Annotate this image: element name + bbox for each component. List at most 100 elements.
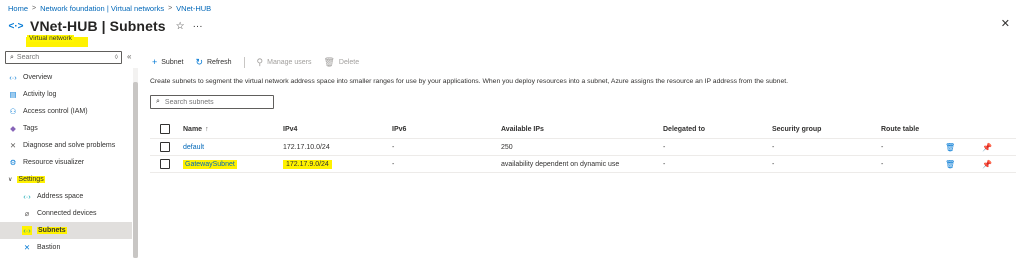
sidebar-search[interactable]: ⌕ ◊ xyxy=(5,51,122,64)
breadcrumb: Home > Network foundation | Virtual netw… xyxy=(8,2,211,14)
manage-users-button[interactable]: ⚲ Manage users xyxy=(257,57,312,68)
toolbar-divider xyxy=(243,56,245,68)
cell-delegated-to: - xyxy=(663,143,666,151)
table-row: default 172.17.10.0/24 - 250 - - - 🗑 📌 xyxy=(150,139,1016,156)
sidebar-item-subnets[interactable]: ‹·› Subnets xyxy=(0,222,132,239)
row-checkbox[interactable] xyxy=(160,159,170,169)
sidebar: ⌕ ◊ « ‹·› Overview ▤ Activity log ⚇ Acce… xyxy=(0,48,140,258)
tag-icon: ◆ xyxy=(10,124,16,133)
bastion-icon: ✕ xyxy=(23,243,31,252)
sidebar-item-access-control[interactable]: ⚇ Access control (IAM) xyxy=(0,103,132,120)
sidebar-item-bastion[interactable]: ✕ Bastion xyxy=(0,239,132,256)
close-icon[interactable]: ✕ xyxy=(1001,17,1010,30)
delete-row-icon[interactable]: 🗑 xyxy=(945,160,955,169)
subnet-search[interactable]: ⌕ xyxy=(150,95,274,109)
breadcrumb-separator: > xyxy=(168,4,173,12)
subnet-icon: ‹·› xyxy=(22,226,32,235)
filter-icon[interactable]: ◊ xyxy=(115,54,118,61)
resource-type-label: Virtual network xyxy=(27,35,74,42)
wrench-icon: ✕ xyxy=(9,141,17,150)
plus-icon: + xyxy=(152,57,158,67)
visualizer-icon: ⚙ xyxy=(9,158,17,167)
sidebar-item-activity-log[interactable]: ▤ Activity log xyxy=(0,86,132,103)
manage-users-label: Manage users xyxy=(267,58,312,66)
plug-icon: ⌀ xyxy=(24,209,30,218)
pin-icon[interactable]: 📌 xyxy=(982,143,992,152)
delete-button[interactable]: 🗑 Delete xyxy=(323,57,359,68)
select-all-checkbox[interactable] xyxy=(160,124,170,134)
column-header-route-table[interactable]: Route table xyxy=(881,120,919,138)
sidebar-item-resource-visualizer[interactable]: ⚙ Resource visualizer xyxy=(0,154,132,171)
table-header: Name ↑ IPv4 IPv6 Available IPs Delegated … xyxy=(150,120,1016,139)
sidebar-item-label: Activity log xyxy=(23,91,57,98)
sidebar-item-overview[interactable]: ‹·› Overview xyxy=(0,69,132,86)
sidebar-group-settings[interactable]: ∨ Settings xyxy=(0,171,132,188)
add-subnet-button[interactable]: + Subnet xyxy=(152,57,183,67)
sidebar-item-label: Bastion xyxy=(37,244,61,251)
breadcrumb-vnet-hub[interactable]: VNet-HUB xyxy=(176,4,211,13)
more-options-icon[interactable]: ··· xyxy=(193,21,203,32)
breadcrumb-separator: > xyxy=(32,4,37,12)
delete-label: Delete xyxy=(338,58,360,66)
sort-ascending-icon: ↑ xyxy=(205,125,209,133)
cell-ipv4: 172.17.9.0/24 xyxy=(283,159,332,169)
column-header-ipv6[interactable]: IPv6 xyxy=(392,120,406,138)
sidebar-item-label: Connected devices xyxy=(37,210,97,217)
cell-security-group: - xyxy=(772,143,775,151)
log-icon: ▤ xyxy=(9,90,17,99)
chevron-down-icon: ∨ xyxy=(8,177,13,183)
breadcrumb-virtual-networks[interactable]: Network foundation | Virtual networks xyxy=(40,4,164,13)
sidebar-scrollbar[interactable] xyxy=(133,68,138,258)
sidebar-item-label: Overview xyxy=(23,74,53,81)
sidebar-item-label: Access control (IAM) xyxy=(23,108,88,115)
title-row: <·> VNet-HUB | Subnets ☆ ··· xyxy=(6,15,203,37)
sidebar-item-label: Address space xyxy=(37,193,84,200)
delete-row-icon[interactable]: 🗑 xyxy=(945,143,955,152)
cell-route-table: - xyxy=(881,160,884,168)
cell-ipv6: - xyxy=(392,160,395,168)
refresh-button[interactable]: ↻ Refresh xyxy=(195,57,231,68)
sidebar-item-diagnose[interactable]: ✕ Diagnose and solve problems xyxy=(0,137,132,154)
sidebar-item-label: Tags xyxy=(23,125,38,132)
scrollbar-thumb[interactable] xyxy=(133,82,138,258)
row-checkbox[interactable] xyxy=(160,142,170,152)
cell-delegated-to: - xyxy=(663,160,666,168)
column-header-security-group[interactable]: Security group xyxy=(772,120,821,138)
manage-users-icon: ⚲ xyxy=(256,56,264,67)
subnets-table: Name ↑ IPv4 IPv6 Available IPs Delegated … xyxy=(150,120,1016,173)
sidebar-item-label: Settings xyxy=(17,176,45,183)
sidebar-item-label: Resource visualizer xyxy=(23,159,85,166)
page-description: Create subnets to segment the virtual ne… xyxy=(150,78,788,85)
add-subnet-label: Subnet xyxy=(161,58,184,66)
favorite-star-icon[interactable]: ☆ xyxy=(176,21,185,32)
search-icon: ⌕ xyxy=(156,98,160,105)
refresh-icon: ↻ xyxy=(195,56,203,67)
sidebar-item-tags[interactable]: ◆ Tags xyxy=(0,120,132,137)
refresh-label: Refresh xyxy=(207,58,232,66)
cell-security-group: - xyxy=(772,160,775,168)
cell-available-ips: 250 xyxy=(501,143,513,151)
column-header-ipv4[interactable]: IPv4 xyxy=(283,120,297,138)
vnet-icon: ‹·› xyxy=(9,73,17,82)
sidebar-item-label: Diagnose and solve problems xyxy=(23,142,116,149)
breadcrumb-home[interactable]: Home xyxy=(8,4,28,13)
trash-icon: 🗑 xyxy=(323,56,335,67)
subnet-name-link[interactable]: GatewaySubnet xyxy=(183,159,237,169)
collapse-sidebar-icon[interactable]: « xyxy=(127,52,131,61)
sidebar-item-label: Subnets xyxy=(37,227,67,234)
vnet-icon: <·> xyxy=(8,20,24,32)
subnet-name-link[interactable]: default xyxy=(183,144,204,151)
column-header-available-ips[interactable]: Available IPs xyxy=(501,120,544,138)
search-icon: ⌕ xyxy=(10,53,14,61)
cell-ipv6: - xyxy=(392,143,395,151)
sidebar-search-input[interactable] xyxy=(16,54,97,61)
sidebar-item-address-space[interactable]: ‹·› Address space xyxy=(0,188,132,205)
page-title: VNet-HUB | Subnets xyxy=(30,18,166,34)
sidebar-item-connected-devices[interactable]: ⌀ Connected devices xyxy=(0,205,132,222)
column-header-name[interactable]: Name ↑ xyxy=(183,120,209,138)
cell-ipv4: 172.17.10.0/24 xyxy=(283,143,330,151)
cell-available-ips: availability dependent on dynamic use xyxy=(501,160,620,168)
subnet-search-input[interactable] xyxy=(164,98,265,106)
column-header-delegated-to[interactable]: Delegated to xyxy=(663,120,705,138)
pin-icon[interactable]: 📌 xyxy=(982,160,992,169)
